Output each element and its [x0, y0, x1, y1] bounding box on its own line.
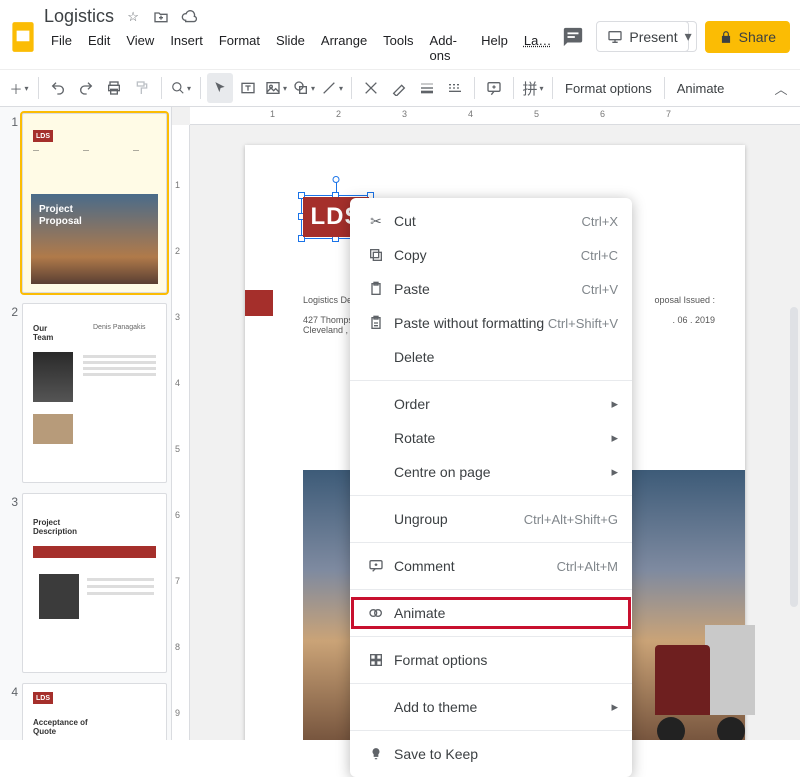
open-comments-icon[interactable]	[558, 22, 588, 52]
context-menu: ✂ Cut Ctrl+X Copy Ctrl+C Paste Ctrl+V Pa…	[350, 198, 632, 777]
present-dropdown[interactable]: ▾	[681, 21, 697, 52]
slide-meta-right: oposal Issued : . 06 . 2019	[654, 295, 715, 325]
shape-tool[interactable]: ▾	[291, 73, 317, 103]
ctx-copy[interactable]: Copy Ctrl+C	[350, 238, 632, 272]
mini-logo: LDS	[33, 692, 53, 704]
slides-logo[interactable]	[8, 19, 38, 55]
ctx-paste[interactable]: Paste Ctrl+V	[350, 272, 632, 306]
rotate-handle[interactable]	[333, 176, 340, 183]
present-label: Present	[629, 29, 677, 45]
document-meta: Logistics ☆ File Edit View Insert Format…	[38, 6, 558, 67]
chevron-right-icon: ▸	[611, 430, 618, 446]
copy-icon	[364, 247, 388, 263]
menu-file[interactable]: File	[44, 29, 79, 67]
thumb-title: Project Proposal	[39, 204, 82, 228]
collapse-toolbar-button[interactable]: ︿	[768, 73, 794, 103]
border-dash-button[interactable]	[442, 73, 468, 103]
star-icon[interactable]: ☆	[124, 8, 142, 26]
select-tool[interactable]	[207, 73, 233, 103]
mini-logo: LDS	[33, 130, 53, 142]
present-icon	[607, 29, 623, 45]
fill-color-button[interactable]	[358, 73, 384, 103]
share-label: Share	[739, 29, 776, 45]
chevron-right-icon: ▸	[611, 464, 618, 480]
document-title[interactable]: Logistics	[44, 6, 114, 27]
ctx-delete[interactable]: Delete	[350, 340, 632, 374]
image-tool[interactable]: ▾	[263, 73, 289, 103]
cut-icon: ✂	[364, 213, 388, 230]
accent-block[interactable]	[245, 290, 273, 316]
border-weight-button[interactable]	[414, 73, 440, 103]
textbox-tool[interactable]	[235, 73, 261, 103]
menu-last-edit[interactable]: La…	[517, 29, 558, 67]
menu-slide[interactable]: Slide	[269, 29, 312, 67]
thumb-4[interactable]: 4 LDS Acceptance of Quote	[4, 683, 167, 740]
menu-edit[interactable]: Edit	[81, 29, 117, 67]
animate-icon	[364, 605, 388, 621]
chevron-right-icon: ▸	[611, 396, 618, 412]
share-button[interactable]: Share	[705, 21, 790, 53]
comment-icon	[364, 558, 388, 574]
ctx-format-options[interactable]: Format options	[350, 643, 632, 677]
zoom-button[interactable]: ▾	[168, 73, 194, 103]
chevron-right-icon: ▸	[611, 699, 618, 715]
new-slide-button[interactable]: ＋▾	[6, 73, 32, 103]
format-options-icon	[364, 652, 388, 668]
paste-icon	[364, 281, 388, 297]
menu-insert[interactable]: Insert	[163, 29, 210, 67]
ctx-rotate[interactable]: Rotate ▸	[350, 421, 632, 455]
keep-icon	[364, 747, 388, 761]
menu-addons[interactable]: Add-ons	[423, 29, 473, 67]
cloud-status-icon[interactable]	[180, 8, 198, 26]
input-tools-button[interactable]: 拼▾	[520, 73, 546, 103]
thumb-number: 3	[4, 493, 18, 673]
thumb-1[interactable]: 1 LDS — — — Project Proposal	[4, 113, 167, 293]
paint-format-button[interactable]	[129, 73, 155, 103]
print-button[interactable]	[101, 73, 127, 103]
ruler-vertical[interactable]: 1 2 3 4 5 6 7 8 9	[172, 125, 190, 740]
toolbar: ＋▾ ▾ ▾ ▾ ▾ 拼▾ Format options Animate ︿	[0, 69, 800, 107]
menu-help[interactable]: Help	[474, 29, 515, 67]
chevron-down-icon: ▾	[685, 28, 692, 45]
thumb-number: 1	[4, 113, 18, 293]
menu-view[interactable]: View	[119, 29, 161, 67]
present-button[interactable]: Present	[596, 21, 688, 52]
filmstrip[interactable]: 1 LDS — — — Project Proposal 2 Our Team …	[0, 107, 172, 740]
menu-tools[interactable]: Tools	[376, 29, 420, 67]
ctx-order[interactable]: Order ▸	[350, 387, 632, 421]
ctx-ungroup[interactable]: Ungroup Ctrl+Alt+Shift+G	[350, 502, 632, 536]
menu-format[interactable]: Format	[212, 29, 267, 67]
menubar: File Edit View Insert Format Slide Arran…	[44, 29, 558, 67]
undo-button[interactable]	[45, 73, 71, 103]
ctx-comment[interactable]: Comment Ctrl+Alt+M	[350, 549, 632, 583]
redo-button[interactable]	[73, 73, 99, 103]
thumb-2[interactable]: 2 Our Team Denis Panagakis	[4, 303, 167, 483]
ctx-animate[interactable]: Animate	[350, 596, 632, 630]
title-bar: Logistics ☆ File Edit View Insert Format…	[0, 0, 800, 69]
thumb-number: 2	[4, 303, 18, 483]
menu-arrange[interactable]: Arrange	[314, 29, 374, 67]
ctx-centre-on-page[interactable]: Centre on page ▸	[350, 455, 632, 489]
border-color-button[interactable]	[386, 73, 412, 103]
animate-button[interactable]: Animate	[671, 73, 731, 103]
vertical-scrollbar[interactable]	[790, 307, 798, 607]
move-folder-icon[interactable]	[152, 8, 170, 26]
format-options-button[interactable]: Format options	[559, 73, 658, 103]
thumb-number: 4	[4, 683, 18, 740]
line-tool[interactable]: ▾	[319, 73, 345, 103]
ruler-horizontal[interactable]: 1 2 3 4 5 6 7	[190, 107, 800, 125]
thumb-3[interactable]: 3 Project Description	[4, 493, 167, 673]
ctx-cut[interactable]: ✂ Cut Ctrl+X	[350, 204, 632, 238]
insert-comment-button[interactable]	[481, 73, 507, 103]
paste-plain-icon	[364, 315, 388, 331]
ctx-save-to-keep[interactable]: Save to Keep	[350, 737, 632, 771]
ctx-paste-without-formatting[interactable]: Paste without formatting Ctrl+Shift+V	[350, 306, 632, 340]
lock-icon	[719, 30, 733, 44]
ctx-add-to-theme[interactable]: Add to theme ▸	[350, 690, 632, 724]
